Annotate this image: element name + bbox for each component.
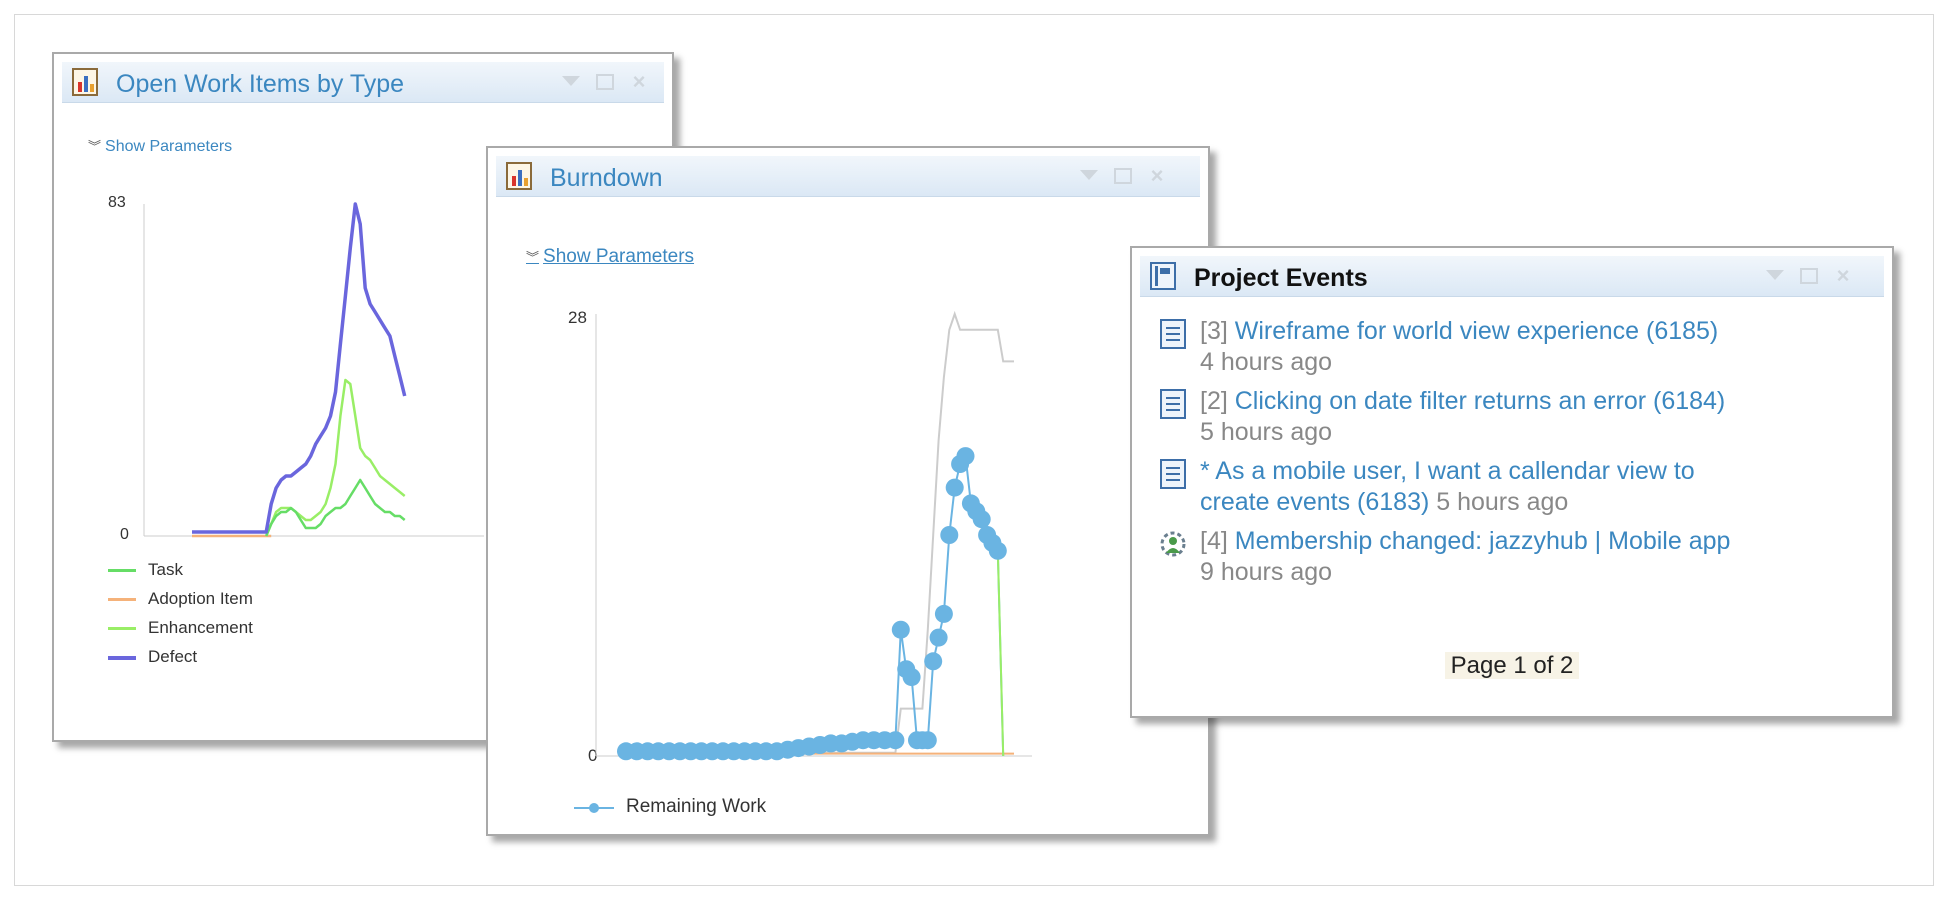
legend-item-task[interactable]: Task <box>108 560 253 589</box>
event-link[interactable]: Wireframe for world view experience (618… <box>1235 317 1719 345</box>
data-point <box>956 447 975 466</box>
event-time: 9 hours ago <box>1200 558 1333 586</box>
series-drop-line <box>996 550 1005 757</box>
data-point <box>886 731 905 750</box>
project-events-icon <box>1150 262 1176 290</box>
minimize-icon[interactable] <box>1800 268 1818 284</box>
events-list: [3] Wireframe for world view experience … <box>1154 316 1734 596</box>
event-number: [3] <box>1200 317 1228 345</box>
membership-icon <box>1160 531 1186 557</box>
legend-swatch <box>574 802 614 813</box>
burndown-widget: Burndown × ︾ Show Parameters 28 0 Remaini… <box>486 146 1210 836</box>
event-item: [2] Clicking on date filter returns an e… <box>1154 386 1734 448</box>
data-point <box>988 541 1007 560</box>
event-time: 5 hours ago <box>1200 418 1333 446</box>
burndown-chart <box>595 310 1032 761</box>
legend-item-defect[interactable]: Defect <box>108 647 253 676</box>
event-number: [2] <box>1200 387 1228 415</box>
legend-swatch <box>108 569 136 573</box>
data-point <box>972 510 991 529</box>
project-events-widget: Project Events × [3] Wireframe for world… <box>1130 246 1894 718</box>
data-point <box>940 526 959 544</box>
data-point <box>918 731 937 750</box>
work-item-icon <box>1160 459 1186 489</box>
event-link[interactable]: Clicking on date filter returns an error… <box>1235 387 1726 415</box>
data-point <box>902 668 921 687</box>
legend-label: Adoption Item <box>148 589 253 608</box>
burndown-legend: Remaining Work <box>574 796 766 825</box>
event-item: [4] Membership changed: jazzyhub | Mobil… <box>1154 526 1734 588</box>
menu-triangle-icon[interactable] <box>1766 270 1784 280</box>
data-point <box>929 628 948 647</box>
series-line-defect <box>192 202 407 534</box>
legend-label: Remaining Work <box>626 796 767 817</box>
work-item-icon <box>1160 389 1186 419</box>
event-link[interactable]: Membership changed: jazzyhub | Mobile ap… <box>1235 527 1731 555</box>
legend-swatch <box>108 627 136 631</box>
legend-label: Task <box>148 560 183 579</box>
widget-header[interactable]: Project Events × <box>1140 256 1884 297</box>
open-items-legend: Task Adoption Item Enhancement Defect <box>108 560 253 676</box>
legend-item-adoption-item[interactable]: Adoption Item <box>108 589 253 618</box>
pagination[interactable]: Page 1 of 2 <box>1132 652 1892 680</box>
data-point <box>945 478 964 497</box>
close-icon[interactable]: × <box>1834 265 1852 287</box>
legend-label: Enhancement <box>148 618 253 637</box>
legend-swatch <box>108 655 136 660</box>
data-point <box>891 620 910 639</box>
data-point <box>924 652 943 671</box>
legend-swatch <box>108 598 136 602</box>
event-time: 5 hours ago <box>1436 488 1569 516</box>
work-item-icon <box>1160 319 1186 349</box>
pagination-label: Page 1 of 2 <box>1444 652 1580 679</box>
event-item: [3] Wireframe for world view experience … <box>1154 316 1734 378</box>
event-number: [4] <box>1200 527 1228 555</box>
event-time: 4 hours ago <box>1200 348 1333 376</box>
legend-item-remaining-work[interactable]: Remaining Work <box>574 796 766 825</box>
legend-label: Defect <box>148 647 198 666</box>
data-point <box>934 604 953 623</box>
legend-item-enhancement[interactable]: Enhancement <box>108 618 253 647</box>
event-item: * As a mobile user, I want a callendar v… <box>1154 456 1734 518</box>
widget-title: Project Events <box>1194 264 1368 292</box>
